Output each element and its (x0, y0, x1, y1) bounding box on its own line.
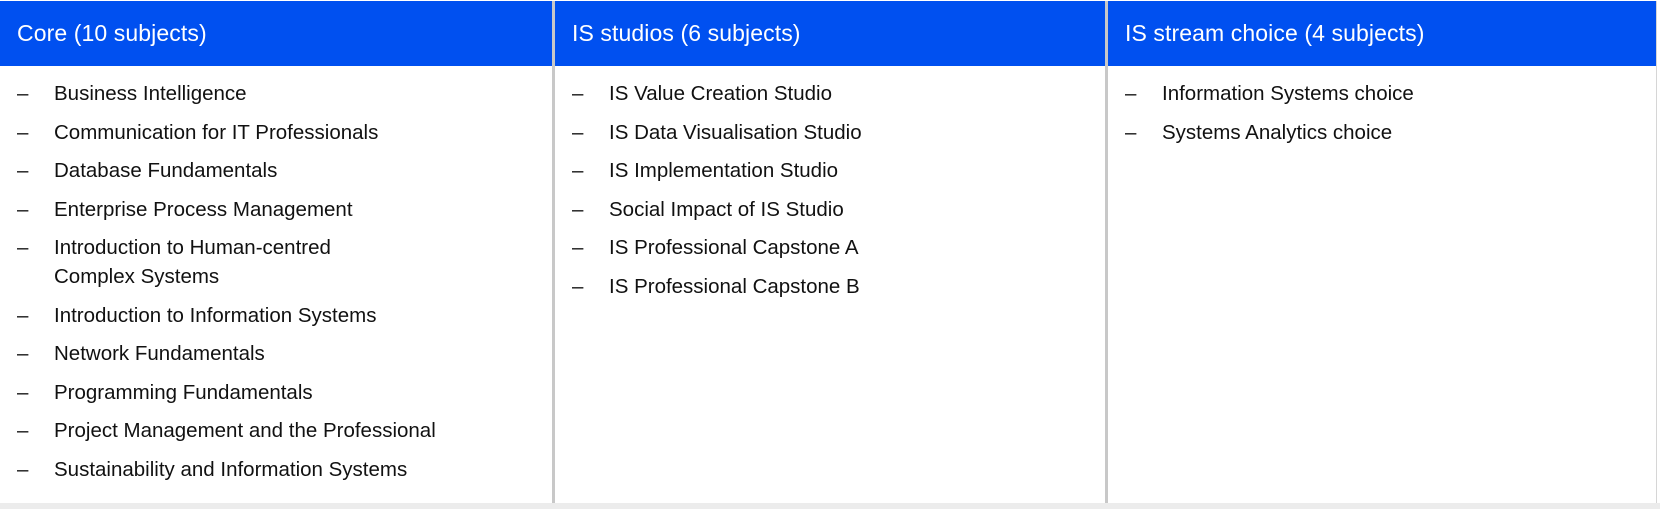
list-item: – Network Fundamentals (17, 339, 552, 368)
dash-bullet: – (17, 380, 29, 404)
dash-bullet: – (572, 159, 584, 182)
subject-name: Enterprise Process Management (54, 197, 353, 221)
subject-name: Project Management and the Professional (54, 419, 436, 442)
list-item: – IS Value Creation Studio (572, 79, 1105, 108)
column-body-is-stream-choice: – Information Systems choice – Systems Ana… (1108, 66, 1656, 503)
subject-name: IS Implementation Studio (609, 159, 839, 182)
list-item: – Information Systems choice (1125, 79, 1656, 108)
column-body-core: – Business Intelligence – Communication fo… (0, 66, 552, 503)
list-item: – Project Management and the Professional (17, 416, 552, 445)
list-item: – IS Professional Capstone A (572, 233, 1105, 262)
subject-name: Network Fundamentals (54, 342, 265, 365)
subject-name: IS Data Visualisation Studio (609, 120, 862, 144)
subject-name: IS Professional Capstone A (609, 236, 859, 259)
column-header-core: Core (10 subjects) (0, 1, 552, 66)
subject-list-core: – Business Intelligence – Communication fo… (17, 79, 552, 484)
dash-bullet: – (17, 303, 29, 327)
list-item: – Sustainability and Information Systems (17, 455, 552, 484)
list-item: – Business Intelligence (17, 79, 552, 108)
list-item: – Introduction to Information Systems (17, 301, 552, 330)
dash-bullet: – (1125, 120, 1137, 144)
column-body-is-studios: – IS Value Creation Studio – IS Data Visua… (555, 66, 1105, 503)
dash-bullet: – (17, 342, 29, 365)
list-item: – Communication for IT Professionals (17, 118, 552, 147)
subject-list-is-studios: – IS Value Creation Studio – IS Data Visua… (572, 79, 1105, 301)
dash-bullet: – (17, 159, 29, 182)
list-item: – Systems Analytics choice (1125, 118, 1656, 147)
column-is-stream-choice: IS stream choice (4 subjects) – Informati… (1105, 1, 1657, 503)
subject-table: Core (10 subjects) – Business Intelligenc… (0, 0, 1660, 513)
subject-columns: Core (10 subjects) – Business Intelligenc… (0, 1, 1660, 509)
subject-name: Sustainability and Information Systems (54, 457, 408, 481)
subject-name: Business Intelligence (54, 82, 247, 105)
dash-bullet: – (17, 236, 29, 259)
list-item: – Social Impact of IS Studio (572, 195, 1105, 224)
subject-name: Introduction to Information Systems (54, 303, 377, 327)
dash-bullet: – (572, 236, 584, 259)
subject-name: Social Impact of IS Studio (609, 197, 844, 221)
dash-bullet: – (572, 82, 584, 105)
dash-bullet: – (1125, 82, 1137, 105)
column-is-studios: IS studios (6 subjects) – IS Value Creati… (552, 1, 1105, 503)
subject-name: IS Value Creation Studio (609, 82, 832, 105)
dash-bullet: – (17, 120, 29, 144)
subject-name: Introduction to Human-centred Complex Sy… (54, 236, 331, 288)
dash-bullet: – (572, 274, 584, 298)
column-header-is-studios: IS studios (6 subjects) (555, 1, 1105, 66)
list-item: – Database Fundamentals (17, 156, 552, 185)
list-item: – Introduction to Human-centred Complex S… (17, 233, 552, 291)
subject-name: Database Fundamentals (54, 159, 278, 182)
list-item: – Enterprise Process Management (17, 195, 552, 224)
dash-bullet: – (572, 120, 584, 144)
list-item: – IS Professional Capstone B (572, 272, 1105, 301)
list-item: – Programming Fundamentals (17, 378, 552, 407)
dash-bullet: – (572, 197, 584, 221)
dash-bullet: – (17, 419, 29, 442)
dash-bullet: – (17, 82, 29, 105)
list-item: – IS Data Visualisation Studio (572, 118, 1105, 147)
dash-bullet: – (17, 457, 29, 481)
subject-list-is-stream-choice: – Information Systems choice – Systems Ana… (1125, 79, 1656, 147)
dash-bullet: – (17, 197, 29, 221)
subject-name: Information Systems choice (1162, 82, 1414, 105)
subject-name: Programming Fundamentals (54, 380, 313, 404)
list-item: – IS Implementation Studio (572, 156, 1105, 185)
subject-name: Communication for IT Professionals (54, 120, 379, 144)
subject-name: IS Professional Capstone B (609, 274, 860, 298)
column-header-is-stream-choice: IS stream choice (4 subjects) (1108, 1, 1656, 66)
column-core: Core (10 subjects) – Business Intelligenc… (0, 1, 552, 503)
subject-name: Systems Analytics choice (1162, 120, 1393, 144)
